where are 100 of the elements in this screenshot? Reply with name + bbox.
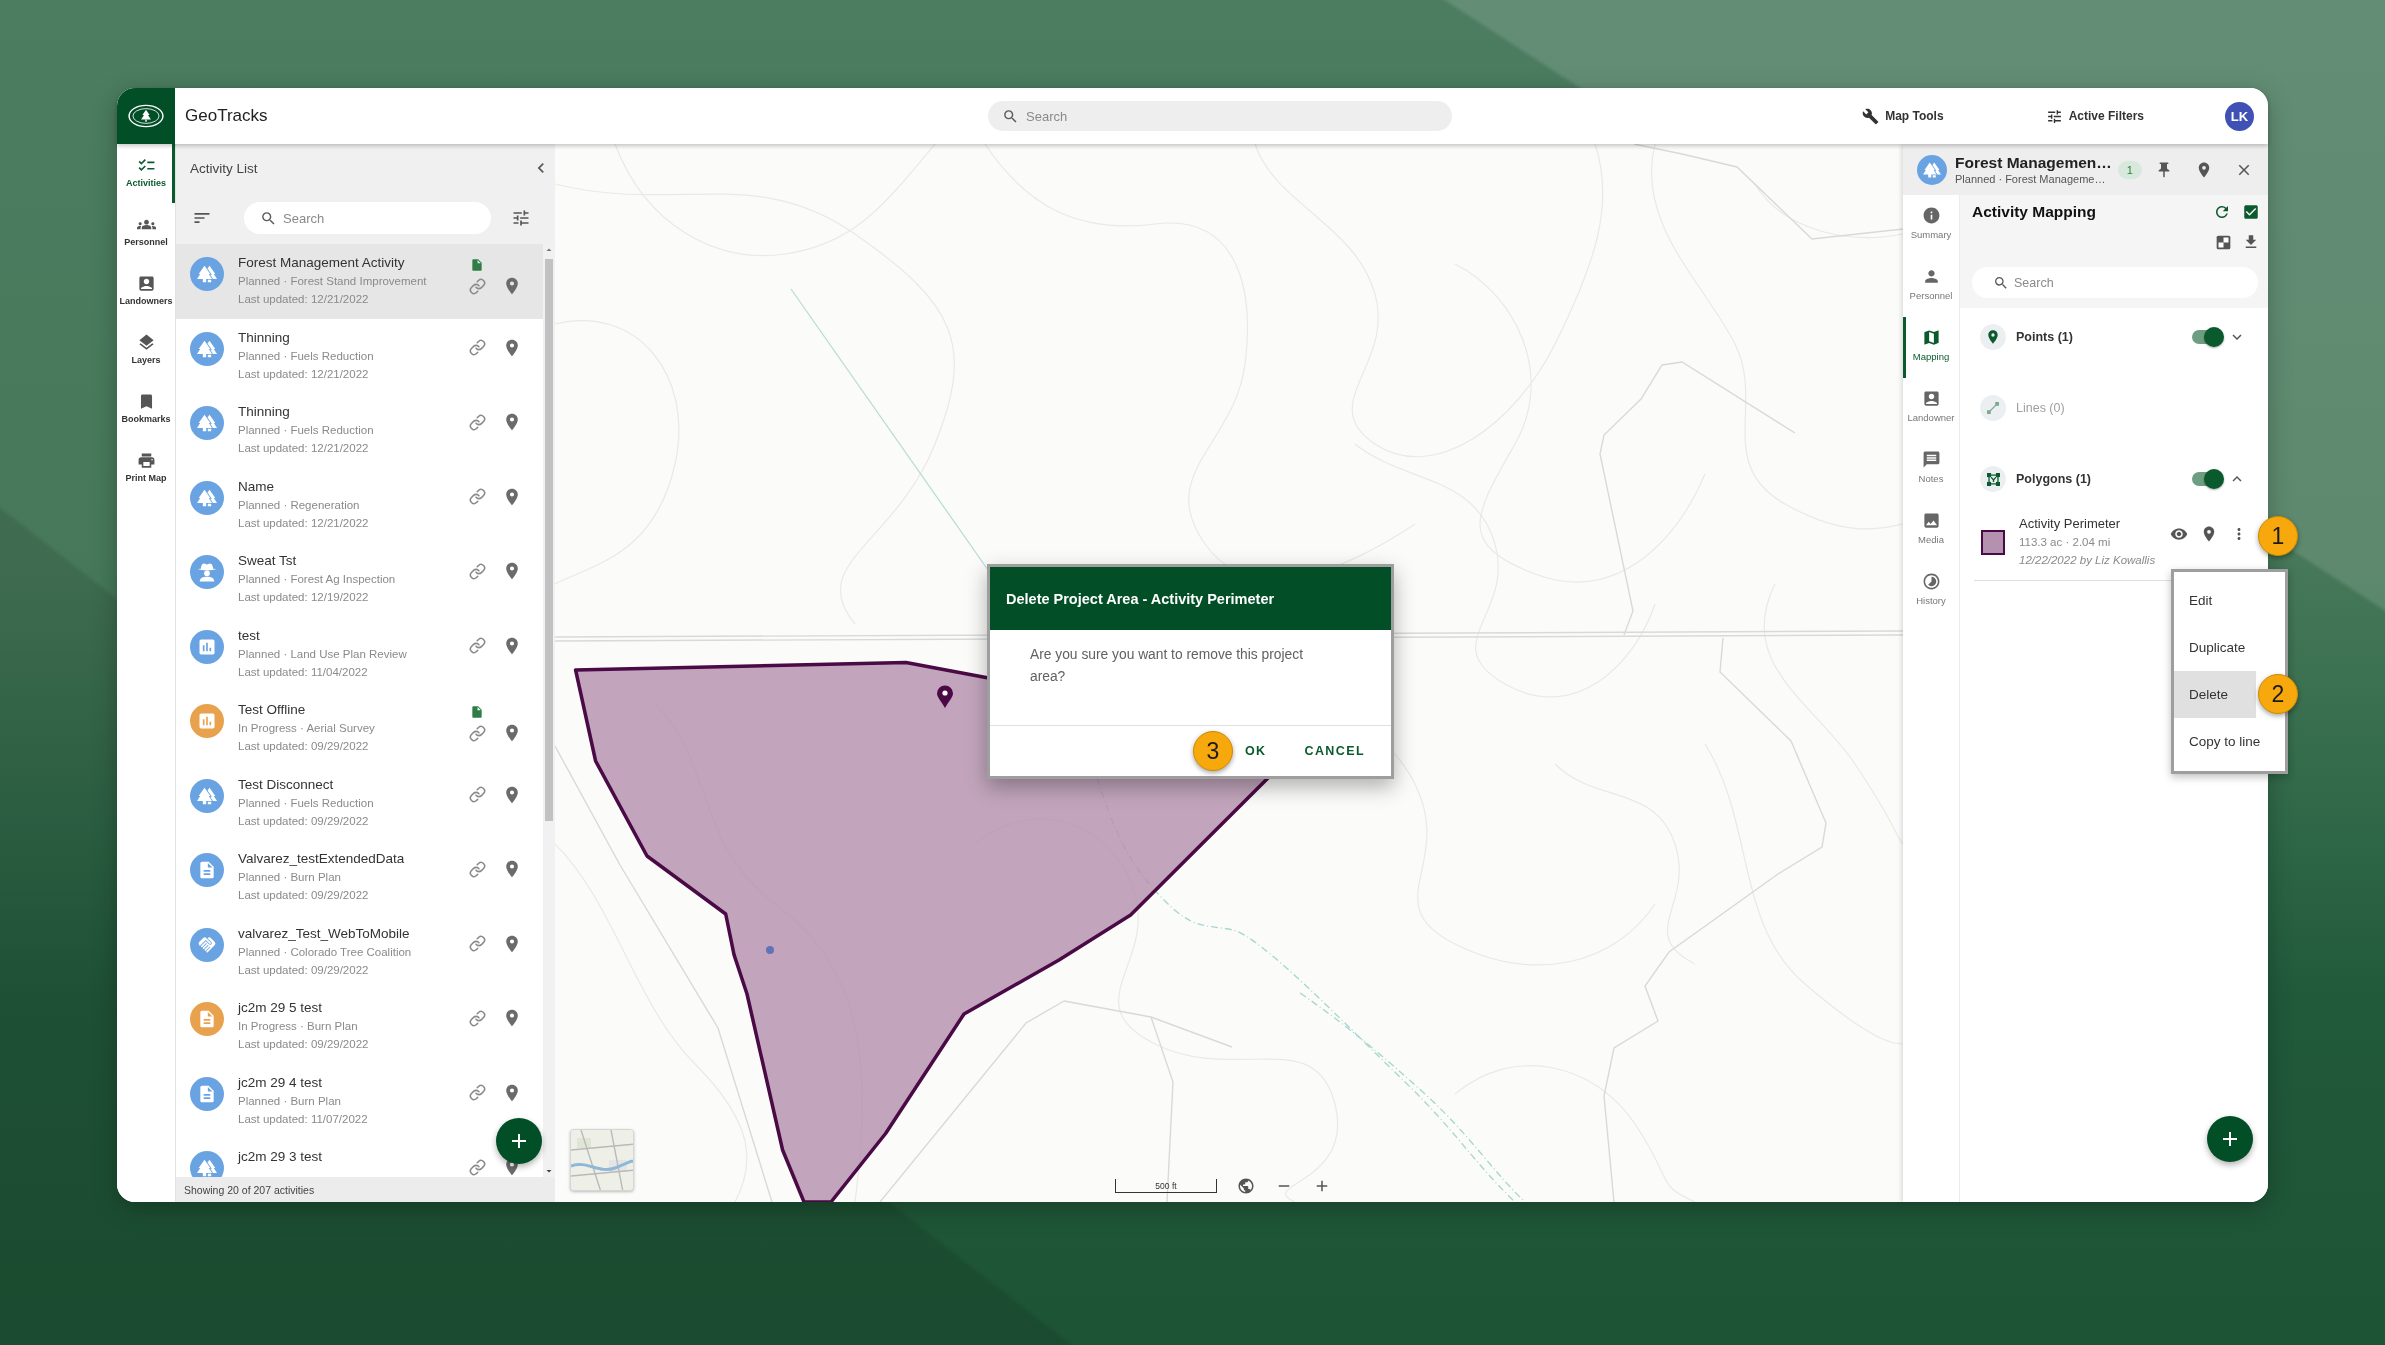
dialog-button[interactable]: CANCEL xyxy=(1294,736,1375,766)
activity-title: Thinning xyxy=(238,403,291,421)
link-icon[interactable] xyxy=(469,1084,486,1101)
speech-bubble-icon xyxy=(1921,450,1941,469)
link-icon[interactable] xyxy=(469,786,486,803)
timelapse-icon xyxy=(1921,572,1941,591)
activity-updated: Last updated: 12/21/2022 xyxy=(238,515,370,531)
dialog-title-bar: Delete Project Area - Activity Perimeter xyxy=(990,567,1391,630)
activity-updated: Last updated: 12/21/2022 xyxy=(238,292,370,307)
activity-type: Planned · Fuels Reduction xyxy=(238,795,375,811)
link-icon[interactable] xyxy=(469,724,486,742)
activity-updated: Last updated: 12/21/2022 xyxy=(238,366,370,382)
menu-item[interactable]: Duplicate xyxy=(2174,624,2285,671)
nav-tab[interactable]: Personnel xyxy=(117,203,175,262)
link-icon[interactable] xyxy=(469,637,486,654)
activity-updated: Last updated: 12/19/2022 xyxy=(238,590,370,605)
link-icon[interactable] xyxy=(469,413,486,431)
scale-bar: 500 ft xyxy=(1115,1179,1217,1193)
contact-card-icon xyxy=(1921,389,1941,408)
activity-updated: Last updated: 09/29/2022 xyxy=(238,739,370,754)
activity-title: Thinning xyxy=(238,328,291,347)
dialog-button[interactable]: OK xyxy=(1234,736,1277,766)
scrollbar-thumb[interactable] xyxy=(545,259,553,821)
activity-type: Planned · Burn Plan xyxy=(238,1093,342,1109)
activity-title: Sweat Tst xyxy=(238,552,298,570)
activity-title: test xyxy=(238,626,261,645)
side-tab[interactable]: History xyxy=(1903,561,1959,622)
menu-item[interactable]: Edit xyxy=(2174,577,2285,624)
step-callout: 1 xyxy=(2258,516,2298,556)
nav-tab[interactable]: Print Map xyxy=(117,439,175,498)
activity-type: Planned · Burn Plan xyxy=(238,870,342,885)
activity-updated: Last updated: 09/29/2022 xyxy=(238,962,370,978)
feature-author: 12/22/2022 by Liz Kowallis xyxy=(2019,553,2157,568)
side-tab[interactable]: Landowner xyxy=(1903,378,1959,439)
activity-title: valvarez_Test_WebToMobile xyxy=(238,924,411,943)
refresh-icon[interactable] xyxy=(2213,203,2231,221)
link-icon[interactable] xyxy=(469,1009,486,1027)
nav-tab[interactable]: Activities xyxy=(117,144,175,203)
toggle-switch[interactable] xyxy=(2191,469,2224,489)
panel-title: Activity List xyxy=(190,160,258,176)
link-icon[interactable] xyxy=(469,488,486,505)
map-pin-icon xyxy=(1980,324,2006,350)
link-icon[interactable] xyxy=(469,277,486,295)
activity-updated: Last updated: 09/29/2022 xyxy=(238,813,370,829)
activity-title: Test Disconnect xyxy=(238,775,335,794)
layer-label: Polygons (1) xyxy=(2016,472,2091,486)
nav-tab[interactable]: Layers xyxy=(117,321,175,380)
wrench-icon xyxy=(1862,107,1880,125)
tool-button[interactable]: Active Filters xyxy=(2039,103,2150,129)
checkered-square-icon[interactable] xyxy=(2216,234,2231,250)
link-icon[interactable] xyxy=(469,935,486,952)
activity-updated: Last updated: 09/29/2022 xyxy=(238,1037,370,1052)
tool-button[interactable]: Map Tools xyxy=(1856,103,1950,129)
contact-card-icon xyxy=(136,274,156,293)
count-badge: 1 xyxy=(2117,160,2142,179)
location-dot-icon xyxy=(766,946,774,954)
list-footer: Showing 20 of 207 activities xyxy=(176,1177,555,1202)
toggle-switch[interactable] xyxy=(2191,327,2224,347)
search-field[interactable]: Search xyxy=(244,202,491,234)
side-tab[interactable]: Mapping xyxy=(1903,317,1959,378)
activity-updated: Last updated: 09/29/2022 xyxy=(238,888,370,903)
nav-tab[interactable]: Landowners xyxy=(117,262,175,321)
activity-updated: Last updated: 11/04/2022 xyxy=(238,664,369,680)
search-icon xyxy=(260,209,277,227)
activity-row[interactable]: Forest Management Activity Planned · Forest Stand Improvement Last updated: 12/21/2022 xyxy=(176,244,543,319)
globe-icon[interactable] xyxy=(1237,1177,1255,1195)
activity-type: Planned · Forest Ag Inspection xyxy=(238,572,397,587)
app-name: GeoTracks xyxy=(185,106,268,126)
link-icon[interactable] xyxy=(469,562,486,580)
menu-item[interactable]: Delete xyxy=(2174,671,2256,718)
search-field[interactable]: Search xyxy=(988,101,1452,131)
nav-tab[interactable]: Bookmarks xyxy=(117,380,175,439)
menu-item[interactable]: Copy to line xyxy=(2174,718,2285,765)
activity-type: Planned · Regeneration xyxy=(238,497,361,513)
activity-type: Planned · Forest Stand Improvement xyxy=(238,274,428,289)
link-icon[interactable] xyxy=(469,339,486,356)
add-button[interactable] xyxy=(2207,1116,2253,1162)
eye-icon[interactable] xyxy=(2170,525,2188,543)
side-tab[interactable]: Media xyxy=(1903,500,1959,561)
section-heading: Activity Mapping xyxy=(1972,203,2096,221)
search-field[interactable]: Search xyxy=(1972,267,2258,298)
side-tab[interactable]: Personnel xyxy=(1903,256,1959,317)
activity-title: Name xyxy=(238,477,275,496)
activity-title: Test Offline xyxy=(238,701,307,719)
layer-label: Points (1) xyxy=(2016,330,2073,344)
activity-type: In Progress · Aerial Survey xyxy=(238,721,376,736)
side-tab[interactable]: Summary xyxy=(1903,195,1959,256)
activity-title: jc2m 29 3 test xyxy=(238,1148,324,1166)
activity-title: Forest Management Activity xyxy=(238,254,406,272)
trees-icon xyxy=(1917,154,1947,185)
feature-name: Activity Perimeter xyxy=(2019,515,2122,533)
sliders-icon[interactable] xyxy=(511,208,531,228)
activity-type: Planned · Land Use Plan Review xyxy=(238,646,408,662)
map-thumbnail[interactable] xyxy=(570,1129,634,1191)
checkbox[interactable] xyxy=(2242,203,2260,221)
link-icon[interactable] xyxy=(469,1158,486,1176)
user-avatar[interactable]: LK xyxy=(2225,101,2254,131)
link-icon[interactable] xyxy=(469,860,486,878)
activity-title: Valvarez_testExtendedData xyxy=(238,850,406,868)
side-tab[interactable]: Notes xyxy=(1903,439,1959,500)
